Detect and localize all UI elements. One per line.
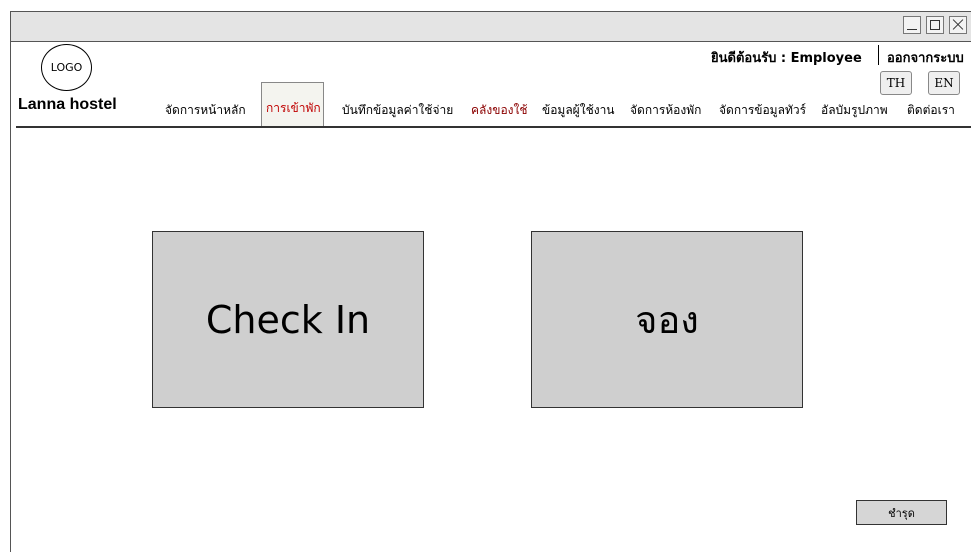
lang-th-button[interactable]: TH: [880, 71, 912, 95]
nav-item-rooms[interactable]: จัดการห้องพัก: [630, 101, 701, 120]
nav-item-stay[interactable]: การเข้าพัก: [266, 99, 321, 118]
welcome-text: ยินดีต้อนรับ : Employee: [711, 51, 862, 66]
nav-divider: [16, 126, 971, 128]
repair-button[interactable]: ชำรุด: [856, 500, 947, 525]
maximize-icon[interactable]: [926, 16, 944, 34]
booking-button[interactable]: จอง: [531, 231, 803, 408]
header-divider: [878, 45, 879, 65]
logo-text: LOGO: [50, 61, 83, 74]
checkin-button[interactable]: Check In: [152, 231, 424, 408]
nav-item-album[interactable]: อัลบัมรูปภาพ: [821, 101, 888, 120]
close-icon[interactable]: [949, 16, 967, 34]
nav-item-contact[interactable]: ติดต่อเรา: [907, 101, 955, 120]
booking-label: จอง: [635, 298, 699, 342]
nav-item-users[interactable]: ข้อมูลผู้ใช้งาน: [542, 101, 615, 120]
title-bar: [11, 12, 971, 42]
lang-en-button[interactable]: EN: [928, 71, 960, 95]
brand-name: Lanna hostel: [18, 96, 117, 113]
logout-link[interactable]: ออกจากระบบ: [887, 47, 964, 68]
repair-label: ชำรุด: [888, 506, 915, 520]
nav-item-inventory[interactable]: คลังของใช้: [471, 101, 528, 120]
nav-item-expenses[interactable]: บันทึกข้อมูลค่าใช้จ่าย: [342, 101, 453, 120]
minimize-icon[interactable]: [903, 16, 921, 34]
nav-item-home[interactable]: จัดการหน้าหลัก: [165, 101, 246, 120]
logo: LOGO: [41, 44, 92, 91]
checkin-label: Check In: [205, 297, 371, 342]
nav-item-tours[interactable]: จัดการข้อมูลทัวร์: [719, 101, 806, 120]
